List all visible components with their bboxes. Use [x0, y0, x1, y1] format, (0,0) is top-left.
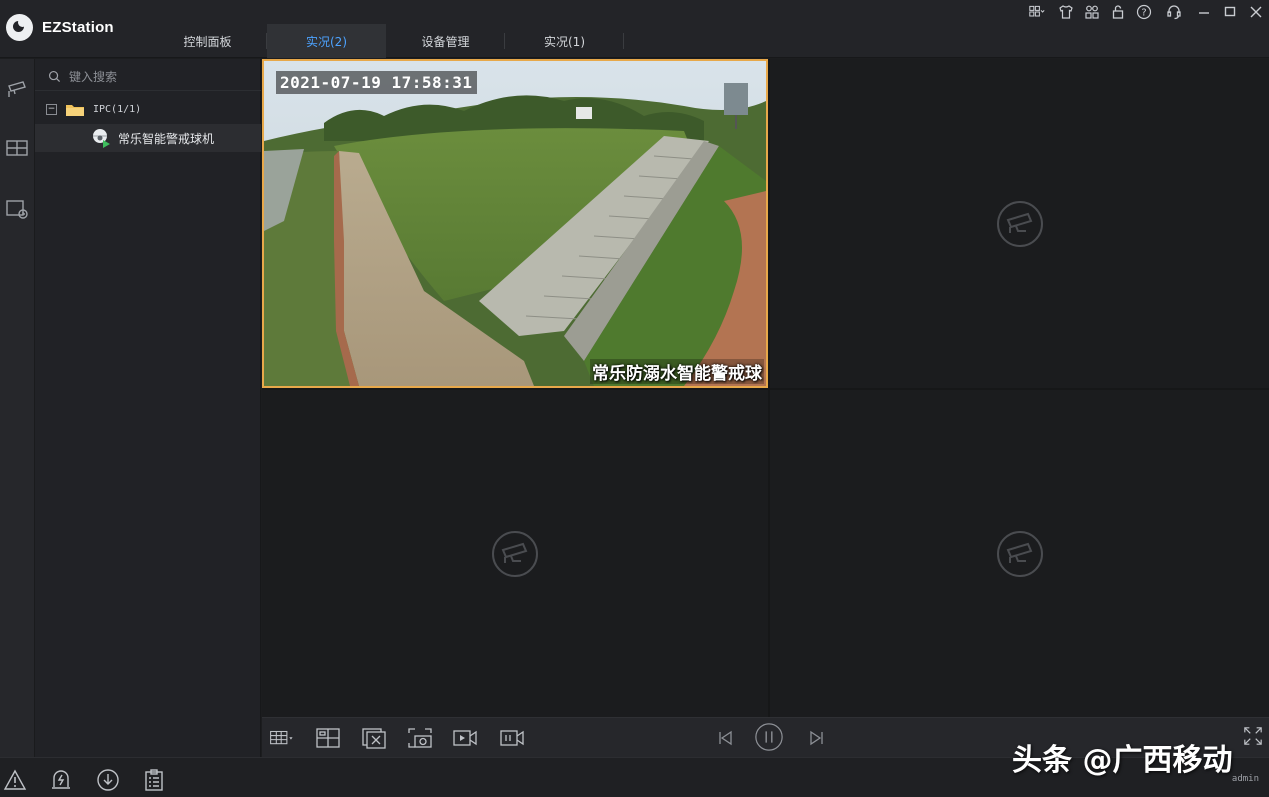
local-record-icon[interactable] [498, 726, 526, 750]
window-controls: ? [1021, 0, 1269, 24]
app-title: EZStation [42, 19, 114, 36]
record-icon[interactable] [451, 726, 479, 750]
lock-icon[interactable] [1105, 1, 1131, 23]
video-grid: 2021-07-19 17:58:31 常乐防溺水智能警戒球 [262, 59, 1269, 717]
device-tree-panel: − IPC(1/1) 常乐智能警戒球机 [35, 59, 261, 757]
no-video-camera-icon [996, 530, 1043, 577]
video-wall-icon[interactable] [3, 134, 31, 162]
playback-icon[interactable] [3, 195, 31, 223]
tab-label: 设备管理 [421, 34, 470, 49]
minimize-icon[interactable] [1191, 1, 1217, 23]
search-bar [35, 63, 261, 91]
pause-icon[interactable] [753, 721, 785, 753]
folder-icon [65, 102, 85, 116]
skin-shirt-icon[interactable] [1053, 1, 1079, 23]
search-icon [48, 70, 61, 83]
left-rail [0, 59, 35, 757]
video-window-4[interactable] [770, 390, 1269, 717]
tab-device-management[interactable]: 设备管理 [386, 24, 505, 58]
close-all-icon[interactable] [360, 726, 388, 750]
tab-bar: 控制面板 实况(2) 设备管理 实况(1) [148, 24, 624, 58]
ezstation-window: EZStation 控制面板 实况(2) 设备管理 实况(1) ? 键入搜索 −… [0, 0, 1269, 797]
tree-group-ipc[interactable]: − IPC(1/1) [35, 96, 261, 122]
window-split-icon[interactable] [314, 726, 342, 750]
next-icon[interactable] [803, 726, 831, 750]
alarm-icon[interactable] [2, 767, 28, 793]
tab-live-2[interactable]: 实况(2) [267, 24, 386, 58]
device-event-icon[interactable] [48, 767, 74, 793]
tree-device-item[interactable]: 常乐智能警戒球机 [35, 124, 261, 152]
layout-grid-icon[interactable] [1021, 1, 1053, 23]
video-window-2[interactable] [770, 59, 1269, 388]
app-logo-icon [6, 14, 33, 41]
osd-channel-name: 常乐防溺水智能警戒球 [590, 359, 764, 384]
device-label: 常乐智能警戒球机 [118, 131, 215, 146]
collapse-toggle-icon[interactable]: − [46, 103, 57, 115]
layout-select-icon[interactable] [266, 726, 298, 750]
current-user: admin [1231, 774, 1259, 784]
user-group-icon[interactable] [1079, 1, 1105, 23]
maximize-icon[interactable] [1217, 1, 1243, 23]
tab-label: 实况(1) [544, 34, 585, 49]
prev-icon[interactable] [711, 726, 739, 750]
title-bar: EZStation 控制面板 实况(2) 设备管理 实况(1) ? [0, 0, 1269, 58]
no-video-camera-icon [492, 530, 538, 577]
tab-label: 实况(2) [306, 34, 347, 49]
help-icon[interactable]: ? [1131, 1, 1157, 23]
tab-control-panel[interactable]: 控制面板 [148, 24, 267, 58]
tab-label: 控制面板 [183, 34, 232, 49]
tree-group-label: IPC(1/1) [93, 103, 142, 115]
svg-text:?: ? [1141, 8, 1146, 19]
video-window-3[interactable] [262, 390, 768, 717]
close-icon[interactable] [1243, 1, 1269, 23]
live-video-frame [264, 61, 766, 386]
live-camera-icon[interactable] [3, 75, 31, 103]
log-icon[interactable] [141, 767, 167, 793]
download-icon[interactable] [95, 767, 121, 793]
dome-camera-icon [93, 129, 110, 148]
video-window-1[interactable]: 2021-07-19 17:58:31 常乐防溺水智能警戒球 [262, 59, 768, 388]
support-icon[interactable] [1157, 1, 1191, 23]
osd-timestamp: 2021-07-19 17:58:31 [276, 71, 477, 94]
tab-live-1[interactable]: 实况(1) [505, 24, 624, 58]
search-input[interactable] [69, 69, 249, 84]
watermark-text: 头条 @广西移动 [1012, 743, 1233, 778]
no-video-camera-icon [996, 200, 1043, 247]
snapshot-icon[interactable] [406, 726, 434, 750]
fullscreen-icon[interactable] [1239, 724, 1267, 748]
